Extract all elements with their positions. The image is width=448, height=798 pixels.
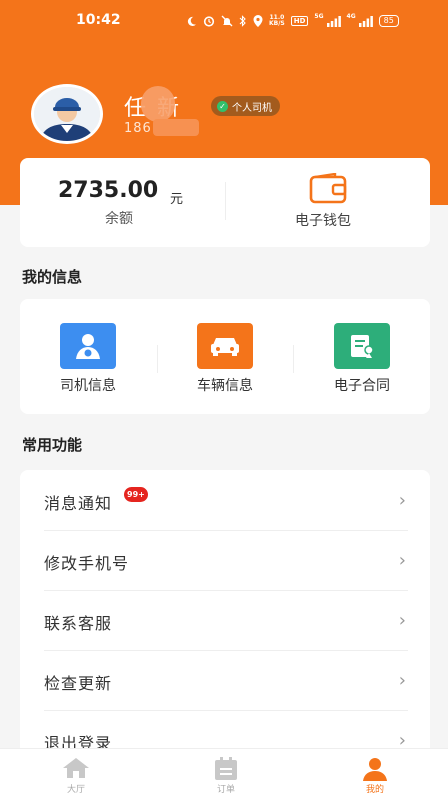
chevron-right-icon: › [398, 670, 406, 691]
wallet-label[interactable]: 电子钱包 [295, 210, 351, 230]
chevron-right-icon: › [398, 610, 406, 631]
wallet-icon[interactable] [309, 172, 349, 209]
contract-label[interactable]: 电子合同 [312, 375, 412, 395]
info-divider [293, 345, 294, 373]
avatar[interactable] [31, 84, 103, 144]
status-time: 10:42 [76, 12, 121, 28]
common-functions-title: 常用功能 [22, 436, 83, 454]
battery-icon: 85 [378, 15, 399, 27]
driver-type-badge: ✓ 个人司机 [211, 96, 280, 116]
tab-hall[interactable]: 大厅 [16, 749, 136, 798]
menu-item-change-phone[interactable]: 修改手机号 › [20, 530, 430, 590]
alarm-icon [203, 15, 215, 27]
badge-label: 个人司机 [232, 102, 272, 114]
menu-item-label: 修改手机号 [44, 554, 130, 573]
location-icon [253, 15, 263, 27]
bluetooth-icon [239, 15, 247, 27]
menu-item-customer-service[interactable]: 联系客服 › [20, 590, 430, 650]
vehicle-info-label[interactable]: 车辆信息 [175, 375, 275, 395]
vehicle-info-button[interactable] [175, 323, 275, 369]
car-icon [197, 323, 253, 369]
menu-item-notifications[interactable]: 消息通知 99+ › [20, 470, 430, 530]
contract-icon [334, 323, 390, 369]
tab-label: 我的 [365, 785, 384, 795]
tab-label: 订单 [216, 785, 235, 795]
phone-redaction [153, 119, 199, 136]
network-speed: 11.0 KB/S [269, 14, 285, 27]
notification-count-badge: 99+ [124, 487, 148, 502]
profile-icon [361, 757, 389, 785]
network-type-1: 5G [314, 13, 324, 20]
my-info-title: 我的信息 [22, 268, 83, 286]
home-icon [62, 757, 90, 783]
status-icons: 11.0 KB/S HD 5G 4G 85 [186, 13, 399, 29]
bottom-tab-bar: 大厅 订单 我的 [0, 748, 448, 798]
wallet-divider [225, 182, 226, 220]
menu-item-label: 消息通知 [44, 494, 113, 513]
driver-info-label[interactable]: 司机信息 [38, 375, 138, 395]
mute-icon [221, 15, 233, 27]
network-type-2: 4G [346, 13, 356, 20]
driver-info-button[interactable] [38, 323, 138, 369]
balance-label: 余额 [105, 211, 133, 227]
signal-icon-2 [358, 15, 373, 27]
chevron-right-icon: › [398, 550, 406, 571]
balance-unit: 元 [170, 192, 184, 207]
driver-icon [60, 323, 116, 369]
balance-amount[interactable]: 2735.00 [58, 178, 158, 203]
check-icon: ✓ [217, 100, 228, 112]
contract-button[interactable] [312, 323, 412, 369]
status-bar: 10:42 11.0 KB/S HD 5G 4G 85 [0, 0, 448, 42]
chevron-right-icon: › [398, 490, 406, 511]
tab-mine[interactable]: 我的 [315, 749, 435, 798]
tab-orders[interactable]: 订单 [166, 749, 286, 798]
tab-label: 大厅 [66, 785, 85, 795]
menu-item-check-update[interactable]: 检查更新 › [20, 650, 430, 710]
info-divider [157, 345, 158, 373]
moon-icon [186, 16, 197, 27]
name-redaction [141, 86, 175, 122]
hd-indicator: HD [290, 16, 309, 26]
signal-icon [326, 15, 341, 27]
orders-icon [212, 757, 240, 785]
menu-item-label: 联系客服 [44, 614, 113, 633]
menu-item-label: 检查更新 [44, 674, 113, 693]
